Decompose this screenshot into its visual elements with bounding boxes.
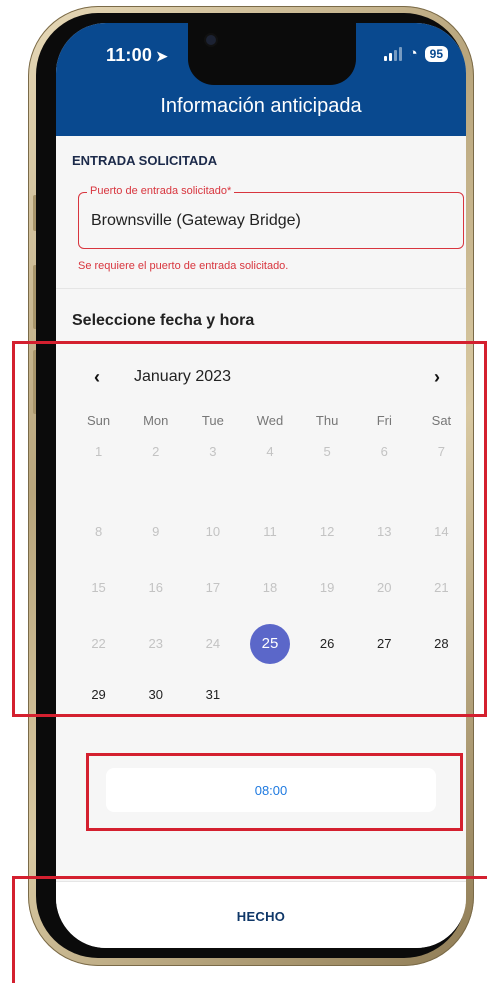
calendar-highlight-box xyxy=(12,341,487,717)
done-highlight-line-left xyxy=(12,876,15,983)
battery-icon: 95 xyxy=(424,46,448,62)
entry-section-label: ENTRADA SOLICITADA xyxy=(72,153,218,168)
port-of-entry-error: Se requiere el puerto de entrada solicit… xyxy=(78,260,289,272)
wifi-icon: ◔ xyxy=(408,45,418,62)
camera-icon xyxy=(206,35,216,45)
done-button[interactable]: HECHO xyxy=(56,909,466,924)
port-of-entry-label: Puerto de entrada solicitado* xyxy=(87,185,235,197)
status-icons: ◔ 95 xyxy=(383,45,448,62)
done-highlight-line-top xyxy=(12,876,487,879)
status-time-text: 11:00 xyxy=(106,45,153,65)
signal-icon xyxy=(383,47,402,61)
port-of-entry-field[interactable]: Puerto de entrada solicitado* Brownsvill… xyxy=(78,185,464,249)
port-of-entry-value: Brownsville (Gateway Bridge) xyxy=(91,212,301,229)
bottom-bar: HECHO xyxy=(56,881,466,948)
status-time: 11:00 ➤ xyxy=(106,45,168,66)
page-title: Información anticipada xyxy=(160,95,362,117)
date-time-label: Seleccione fecha y hora xyxy=(72,312,255,329)
location-arrow-icon: ➤ xyxy=(156,48,168,64)
time-highlight-box xyxy=(86,753,463,831)
divider xyxy=(56,288,466,289)
notch xyxy=(188,23,356,85)
